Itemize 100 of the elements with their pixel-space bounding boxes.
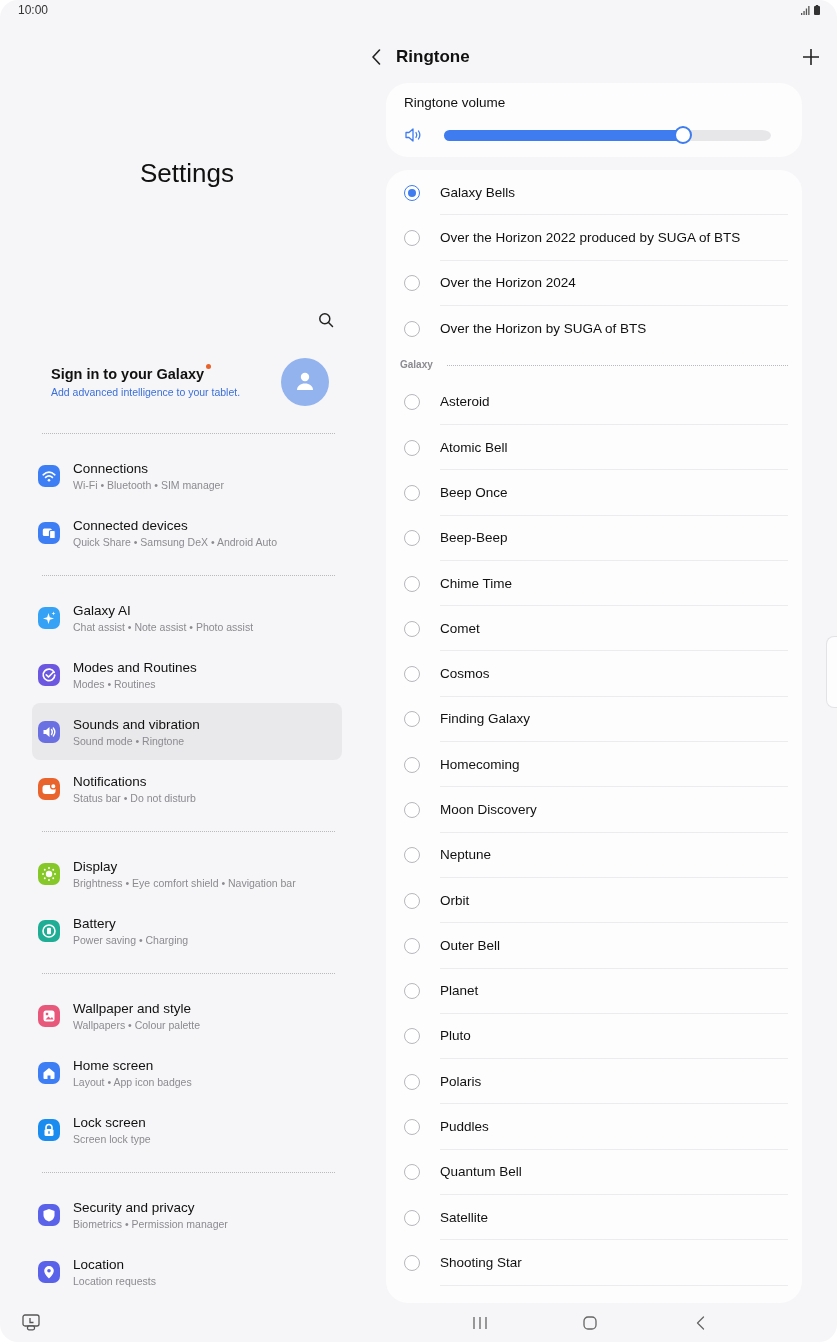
settings-item[interactable]: Display Brightness • Eye comfort shield • Navigation bar — [32, 845, 342, 902]
ringtone-label[interactable]: Asteroid — [440, 393, 490, 411]
ringtone-label[interactable]: Pluto — [440, 1027, 471, 1045]
item-title: Connected devices — [73, 516, 189, 534]
item-subtitle: Quick Share • Samsung DeX • Android Auto — [73, 535, 278, 549]
item-subtitle: Modes • Routines — [73, 677, 157, 691]
radio-button[interactable] — [404, 1164, 420, 1181]
radio-button[interactable] — [404, 847, 420, 864]
slider-thumb[interactable] — [673, 126, 692, 144]
sign-in-subtitle: Add advanced intelligence to your tablet. — [51, 386, 242, 399]
radio-button[interactable] — [404, 484, 420, 501]
item-subtitle: Wallpapers • Colour palette — [73, 1018, 200, 1032]
volume-label: Ringtone volume — [404, 94, 507, 111]
ringtone-label[interactable]: Finding Galaxy — [440, 710, 531, 728]
radio-button[interactable] — [404, 802, 420, 818]
back-icon[interactable] — [371, 49, 381, 65]
avatar-icon[interactable] — [281, 358, 329, 406]
recents-icon[interactable] — [470, 1315, 490, 1330]
radio-button[interactable] — [404, 1073, 420, 1090]
edge-panel-handle[interactable] — [826, 636, 837, 708]
radio-button[interactable] — [404, 229, 420, 246]
radio-button[interactable] — [404, 620, 420, 637]
ringtone-label[interactable]: Satellite — [440, 1208, 489, 1226]
item-title: Home screen — [73, 1056, 155, 1074]
ringtone-label[interactable]: Galaxy Bells — [440, 183, 516, 201]
ringtone-label[interactable]: Chime Time — [440, 574, 512, 592]
status-time: 10:00 — [18, 3, 49, 17]
monitor-icon[interactable] — [22, 1314, 40, 1331]
item-subtitle: Location requests — [73, 1274, 156, 1288]
radio-button[interactable] — [404, 666, 420, 683]
volume-slider-track[interactable] — [444, 126, 771, 144]
radio-button[interactable] — [404, 575, 420, 592]
item-title: Sounds and vibration — [73, 715, 200, 733]
ringtone-label[interactable]: Over the Horizon by SUGA of BTS — [440, 320, 647, 338]
radio-button[interactable] — [404, 1254, 420, 1271]
settings-item[interactable]: Modes and Routines Modes • Routines — [32, 646, 342, 703]
radio-button[interactable] — [404, 275, 420, 292]
settings-item[interactable]: Lock screen Screen lock type — [32, 1101, 342, 1158]
item-title: Display — [73, 857, 119, 875]
ringtone-label[interactable]: Moon Discovery — [440, 801, 537, 818]
radio-button[interactable] — [404, 756, 420, 773]
item-subtitle: Power saving • Charging — [73, 933, 189, 947]
radio-button[interactable] — [404, 439, 420, 456]
ringtone-label[interactable]: Over the Horizon 2024 — [440, 274, 576, 292]
item-title: Galaxy AI — [73, 601, 132, 619]
ringtone-label[interactable]: Planet — [440, 982, 479, 1000]
radio-button[interactable] — [404, 937, 420, 954]
ringtone-label[interactable]: Puddles — [440, 1118, 489, 1136]
radio-button[interactable] — [404, 1028, 420, 1045]
radio-button[interactable] — [404, 394, 420, 411]
search-icon[interactable] — [318, 312, 334, 328]
ringtone-label[interactable]: Polaris — [440, 1072, 482, 1090]
settings-item[interactable]: Galaxy AI Chat assist • Note assist • Photo assist — [32, 589, 342, 646]
home-icon[interactable] — [580, 1315, 600, 1330]
ringtone-label[interactable]: Outer Bell — [440, 936, 501, 954]
item-title: Security and privacy — [73, 1198, 196, 1216]
settings-item[interactable]: Wallpaper and style Wallpapers • Colour palette — [32, 987, 342, 1044]
item-title: Lock screen — [73, 1113, 147, 1131]
item-subtitle: Screen lock type — [73, 1132, 151, 1146]
ringtone-label[interactable]: Quantum Bell — [440, 1163, 522, 1181]
item-title: Wallpaper and style — [73, 999, 193, 1017]
section-header: Galaxy — [400, 359, 433, 372]
item-title: Connections — [73, 459, 150, 477]
radio-button[interactable] — [404, 530, 420, 547]
ringtone-label[interactable]: Over the Horizon 2022 produced by SUGA of BTS — [440, 228, 741, 246]
ringtone-label[interactable]: Atomic Bell — [440, 438, 508, 456]
item-title: Modes and Routines — [73, 658, 197, 676]
ringtone-label[interactable]: Shooting Star — [440, 1253, 522, 1271]
settings-item[interactable]: Security and privacy Biometrics • Permission manager — [32, 1186, 342, 1243]
add-icon[interactable] — [803, 49, 819, 65]
item-subtitle: Chat assist • Note assist • Photo assist — [73, 620, 254, 634]
settings-item[interactable]: Location Location requests — [32, 1243, 342, 1300]
item-subtitle: Layout • App icon badges — [73, 1075, 192, 1089]
item-title: Notifications — [73, 772, 148, 790]
settings-item[interactable]: Connected devices Quick Share • Samsung DeX • Android Auto — [32, 504, 342, 561]
ringtone-label[interactable]: Beep Once — [440, 483, 508, 501]
item-subtitle: Biometrics • Permission manager — [73, 1217, 228, 1231]
signal-icon — [801, 5, 810, 15]
ringtone-label[interactable]: Homecoming — [440, 755, 520, 773]
settings-item[interactable]: Notifications Status bar • Do not disturb — [32, 760, 342, 817]
ringtone-label[interactable]: Cosmos — [440, 665, 490, 683]
settings-item[interactable]: Sounds and vibration Sound mode • Ringtone — [32, 703, 342, 760]
settings-item[interactable]: Connections Wi-Fi • Bluetooth • SIM manager — [32, 447, 342, 504]
item-subtitle: Status bar • Do not disturb — [73, 791, 196, 805]
ringtone-label[interactable]: Neptune — [440, 846, 492, 864]
battery-status-icon — [814, 5, 820, 15]
item-subtitle: Sound mode • Ringtone — [73, 734, 186, 748]
ringtone-label[interactable]: Comet — [440, 619, 480, 637]
radio-button[interactable] — [404, 892, 420, 909]
ringtone-label[interactable]: Beep-Beep — [440, 529, 508, 547]
radio-button[interactable] — [404, 1209, 420, 1226]
settings-item[interactable]: Battery Power saving • Charging — [32, 902, 342, 959]
settings-item[interactable]: Home screen Layout • App icon badges — [32, 1044, 342, 1101]
radio-button[interactable] — [404, 320, 420, 337]
radio-button[interactable] — [404, 983, 420, 1000]
radio-button[interactable] — [404, 711, 420, 728]
radio-button[interactable] — [404, 184, 420, 201]
sign-in-title[interactable]: Sign in to your Galaxy — [51, 366, 205, 382]
ringtone-label[interactable]: Orbit — [440, 891, 470, 909]
radio-button[interactable] — [404, 1119, 420, 1136]
